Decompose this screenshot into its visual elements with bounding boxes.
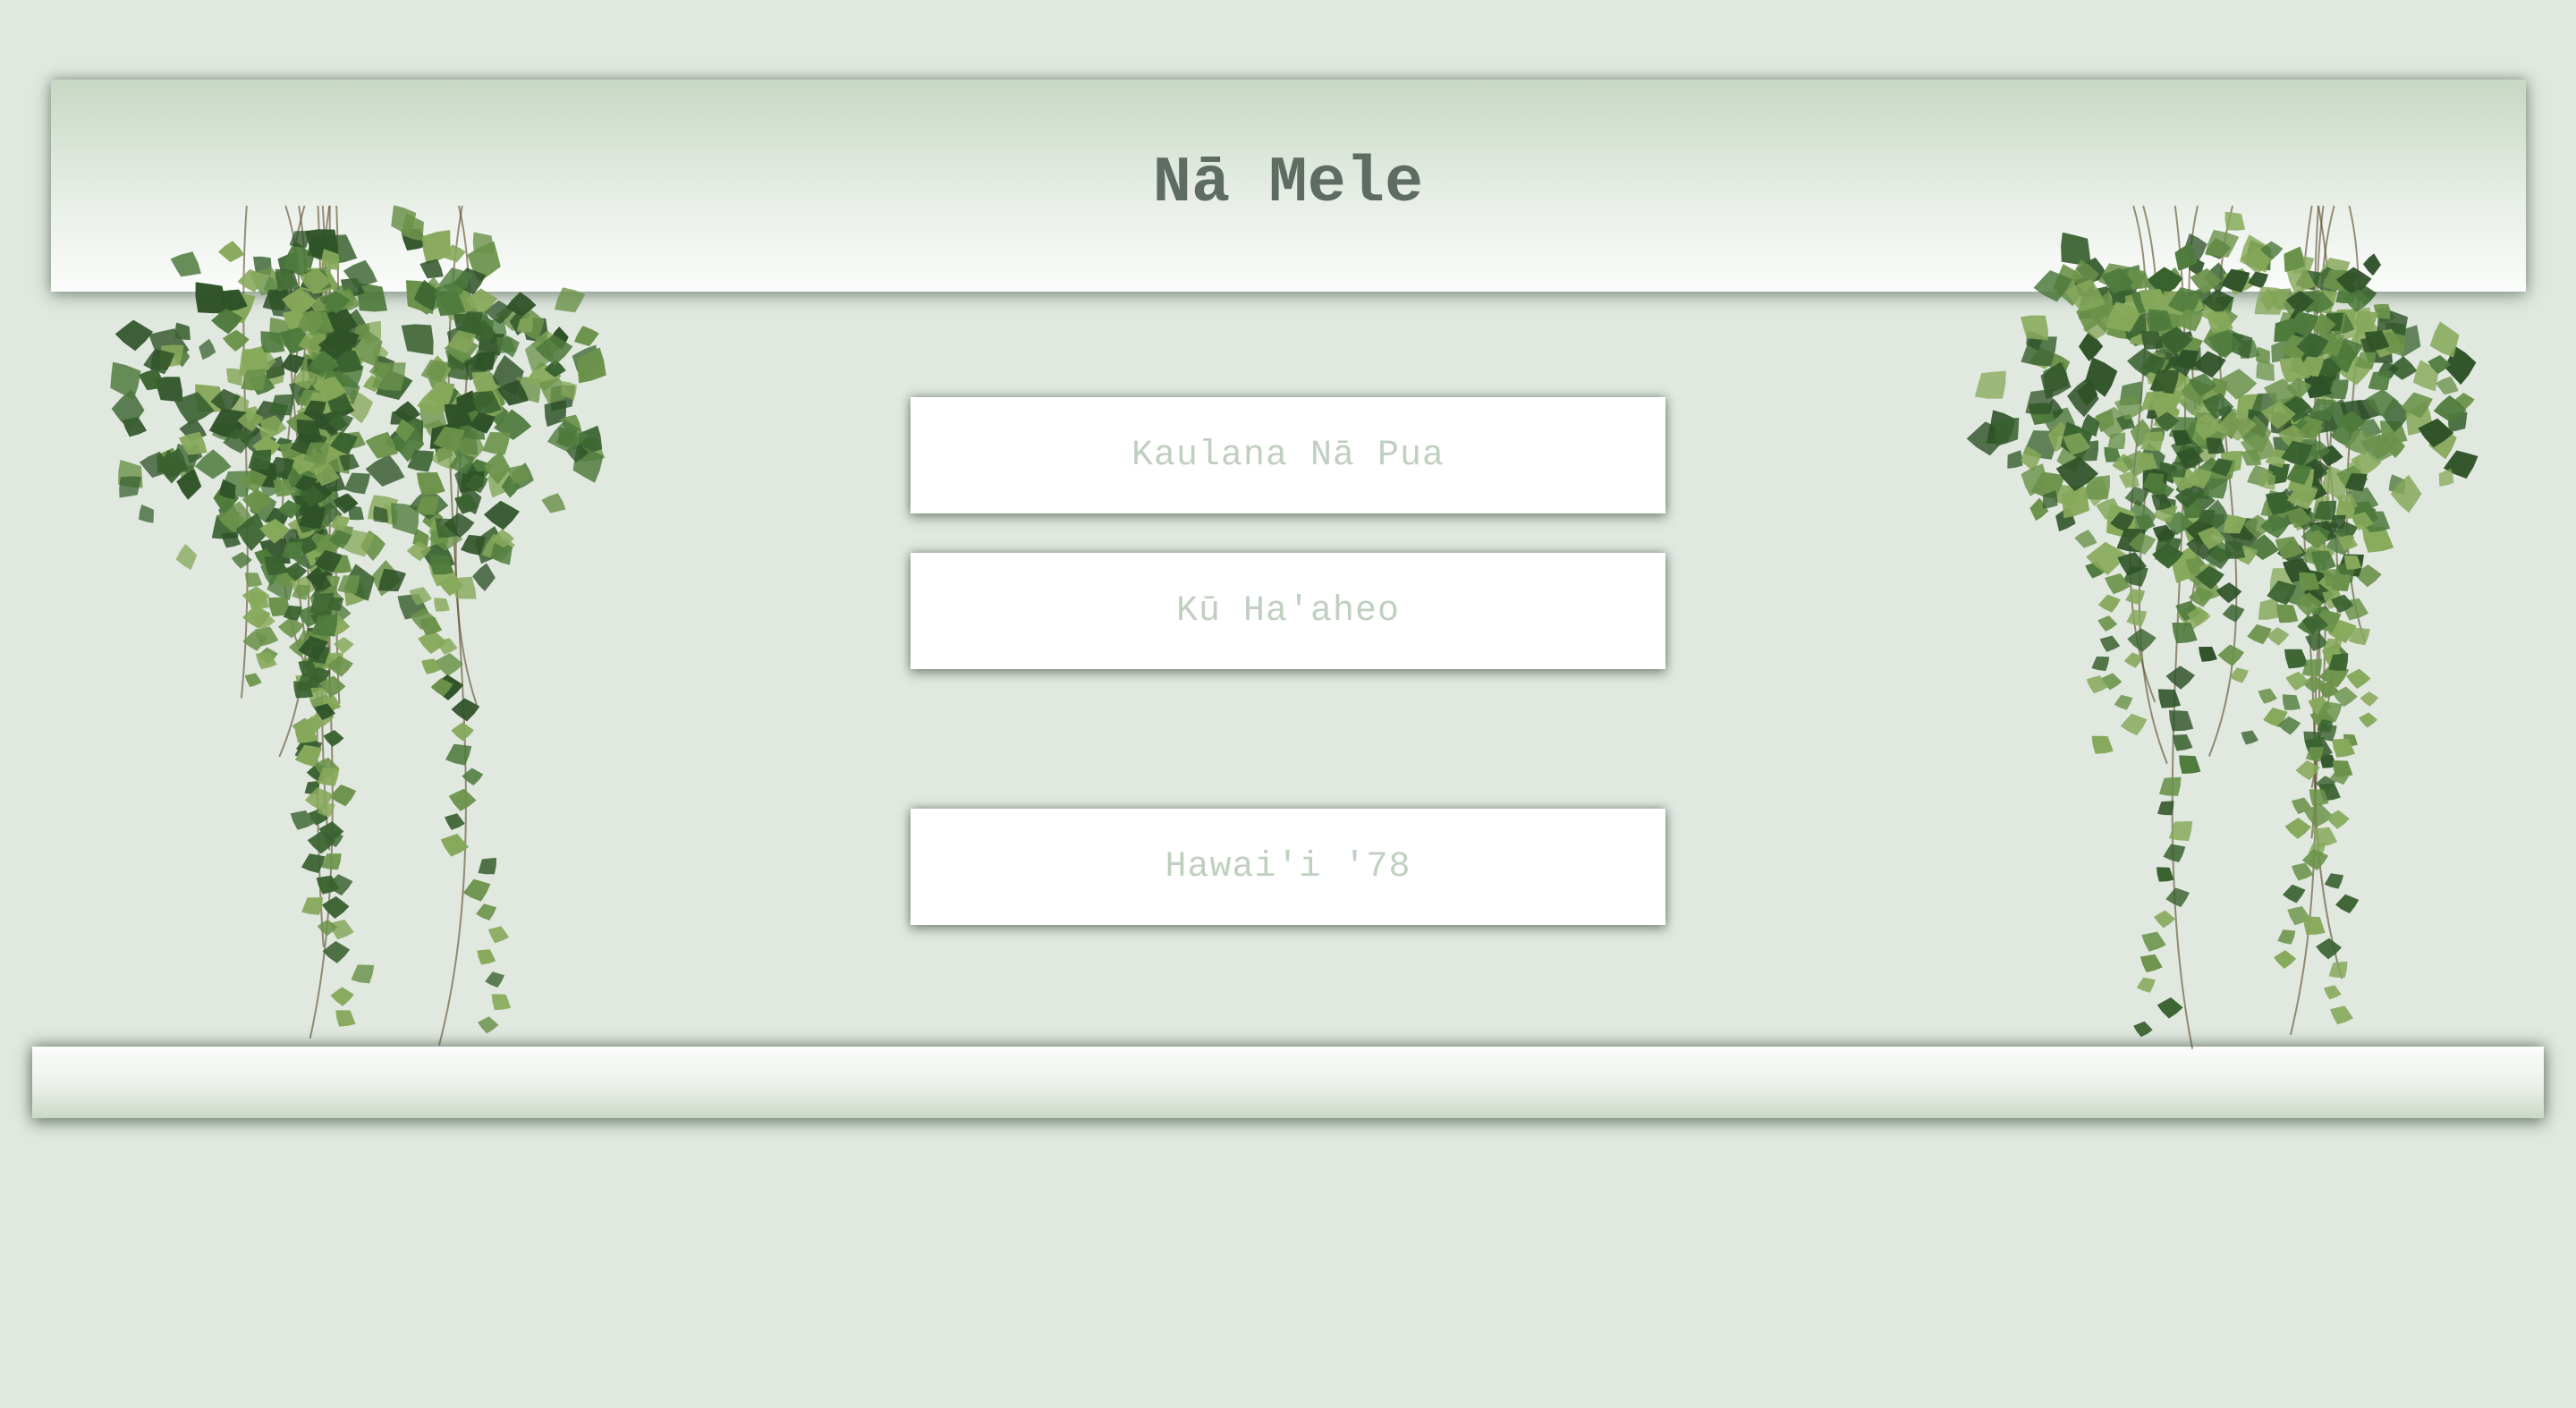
song-button-kaulana-na-pua[interactable]: Kaulana Nā Pua bbox=[911, 397, 1665, 513]
song-button-hawaii-78[interactable]: Hawai'i '78 bbox=[911, 809, 1665, 925]
ivy-plant-left-icon bbox=[110, 205, 606, 1046]
song-button-ku-haaheo[interactable]: Kū Ha'aheo bbox=[911, 553, 1665, 669]
ivy-plant-right-icon bbox=[1966, 205, 2479, 1049]
